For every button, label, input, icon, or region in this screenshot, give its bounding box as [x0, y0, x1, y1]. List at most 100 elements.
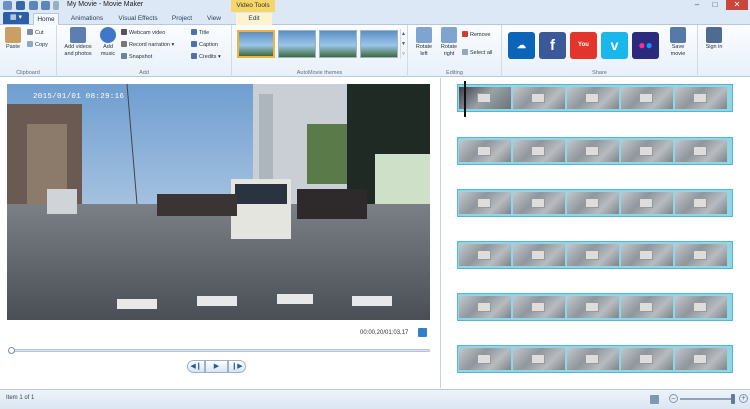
add-music-label: Add music	[100, 44, 116, 57]
storyboard-strip[interactable]	[457, 241, 733, 269]
rotate-left-label: Rotate left	[415, 44, 433, 57]
webcam-video-button[interactable]: Webcam video	[121, 29, 165, 37]
app-icon[interactable]	[3, 1, 12, 10]
tab-visual-effects[interactable]: Visual Effects	[113, 13, 163, 25]
scissors-icon	[27, 29, 33, 35]
narration-label: Record narration	[129, 42, 170, 48]
clipboard-group: Paste Cut Copy Clipboard	[0, 25, 57, 77]
add-videos-button[interactable]: Add videos and photos	[60, 27, 96, 57]
fullscreen-icon[interactable]	[418, 328, 427, 337]
camera-icon	[121, 53, 127, 59]
tab-edit[interactable]: Edit	[236, 13, 272, 25]
tab-project[interactable]: Project	[167, 13, 197, 25]
rotate-right-button[interactable]: Rotate right	[437, 27, 461, 57]
clip-frame	[513, 244, 565, 266]
customize-toolbar-icon[interactable]	[53, 1, 59, 10]
save-movie-icon	[670, 27, 686, 43]
tab-home[interactable]: Home	[33, 13, 59, 25]
rotate-left-button[interactable]: Rotate left	[412, 27, 436, 57]
seek-bar[interactable]	[8, 347, 430, 354]
flickr-icon[interactable]: ●●	[632, 32, 659, 59]
tab-animations[interactable]: Animations	[64, 13, 110, 25]
snapshot-button[interactable]: Snapshot	[121, 53, 152, 61]
theme-thumbnail-3[interactable]	[319, 30, 357, 58]
undo-icon[interactable]	[29, 1, 38, 10]
clip-frame	[567, 140, 619, 162]
clip-frame	[621, 140, 673, 162]
video-timestamp-overlay: 2015/01/01 08:29:16	[33, 93, 125, 101]
webcam-label: Webcam video	[129, 30, 166, 36]
redo-icon[interactable]	[41, 1, 50, 10]
rotate-right-label: Rotate right	[440, 44, 458, 57]
storyboard-strip[interactable]	[457, 84, 733, 112]
clip-frame	[567, 192, 619, 214]
clip-frame	[675, 87, 727, 109]
paste-button[interactable]: Paste	[3, 27, 23, 51]
cut-button[interactable]: Cut	[27, 29, 44, 37]
zoom-slider[interactable]	[680, 398, 735, 400]
save-icon[interactable]	[16, 1, 25, 10]
zoom-slider-thumb[interactable]	[731, 394, 735, 404]
playhead-cursor[interactable]	[464, 81, 466, 117]
tab-view[interactable]: View	[202, 13, 226, 25]
select-all-icon	[462, 49, 468, 55]
zoom-in-icon[interactable]: +	[739, 394, 748, 403]
add-music-button[interactable]: Add music	[97, 27, 119, 57]
automovie-themes-group: ▲ ▼ ▿ AutoMovie themes	[232, 25, 408, 77]
clip-frame	[513, 348, 565, 370]
seek-thumb[interactable]	[8, 347, 15, 354]
share-group-label: Share	[592, 70, 607, 76]
clip-frame	[513, 87, 565, 109]
status-text: Item 1 of 1	[6, 395, 35, 401]
sign-in-button[interactable]: Sign in	[703, 27, 725, 51]
remove-button[interactable]: Remove	[462, 31, 490, 39]
themes-scroll[interactable]: ▲ ▼ ▿	[400, 29, 406, 59]
storyboard-view-icon[interactable]	[650, 395, 659, 404]
theme-thumbnail-2[interactable]	[278, 30, 316, 58]
snapshot-label: Snapshot	[129, 54, 153, 60]
microphone-icon	[121, 41, 127, 47]
close-button[interactable]: ✕	[726, 0, 748, 10]
clip-frame	[621, 296, 673, 318]
copy-button[interactable]: Copy	[27, 41, 48, 49]
clip-frame	[567, 348, 619, 370]
rotate-right-icon	[441, 27, 457, 43]
play-button[interactable]: ▶	[205, 360, 228, 373]
select-all-button[interactable]: Select all	[462, 49, 492, 57]
zoom-out-icon[interactable]: –	[669, 394, 678, 403]
themes-group-label: AutoMovie themes	[296, 70, 343, 76]
clip-frame	[675, 192, 727, 214]
save-movie-button[interactable]: Save movie	[665, 27, 691, 57]
movie-maker-window: My Movie - Movie Maker Video Tools – □ ✕…	[0, 0, 750, 409]
storyboard-strip[interactable]	[457, 293, 733, 321]
add-group-label: Add	[139, 70, 149, 76]
title-button[interactable]: Title	[191, 29, 209, 37]
record-narration-button[interactable]: Record narration ▾	[121, 41, 174, 49]
previous-frame-button[interactable]: ◀❙	[187, 360, 205, 373]
preview-pane: 2015/01/01 08:29:16 00:00,20/01:03,17 ◀❙…	[0, 78, 441, 388]
clip-frame	[567, 87, 619, 109]
facebook-icon[interactable]: f	[539, 32, 566, 59]
caption-button[interactable]: Caption	[191, 41, 218, 49]
next-frame-button[interactable]: ❙▶	[228, 360, 246, 373]
clip-frame	[459, 87, 511, 109]
storyboard-strip[interactable]	[457, 137, 733, 165]
maximize-button[interactable]: □	[706, 0, 724, 10]
select-all-label: Select all	[470, 50, 493, 56]
theme-thumbnail-1[interactable]	[237, 30, 275, 58]
youtube-icon[interactable]: You	[570, 32, 597, 59]
caption-icon	[191, 41, 197, 47]
copy-icon	[27, 41, 33, 47]
storyboard-strip[interactable]	[457, 189, 733, 217]
clip-frame	[513, 140, 565, 162]
video-preview[interactable]: 2015/01/01 08:29:16	[7, 84, 430, 320]
credits-button[interactable]: Credits ▾	[191, 53, 221, 61]
onedrive-icon[interactable]: ☁	[508, 32, 535, 59]
remove-x-icon	[462, 31, 468, 37]
file-menu-button[interactable]: ▦ ▾	[3, 12, 29, 24]
storyboard-strip[interactable]	[457, 345, 733, 373]
minimize-button[interactable]: –	[688, 0, 706, 10]
credits-label: Credits	[199, 54, 217, 60]
vimeo-icon[interactable]: v	[601, 32, 628, 59]
theme-thumbnail-4[interactable]	[360, 30, 398, 58]
